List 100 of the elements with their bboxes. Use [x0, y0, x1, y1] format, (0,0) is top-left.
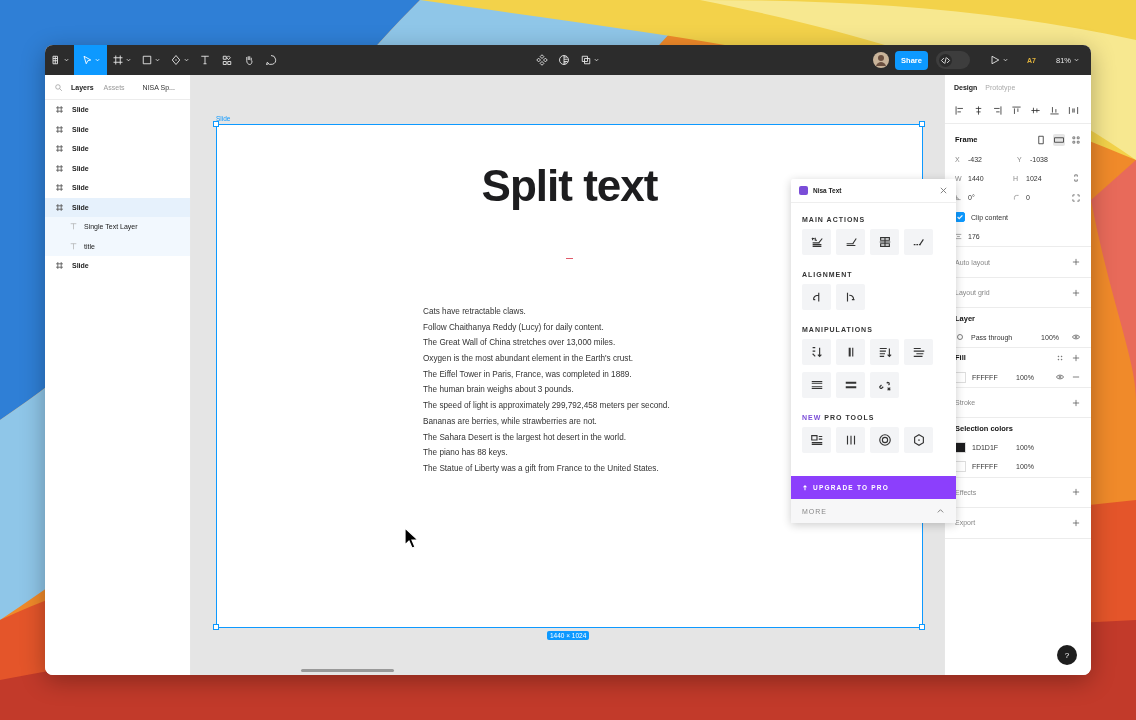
- al-pen-button[interactable]: [802, 229, 831, 255]
- add-icon[interactable]: [1071, 287, 1081, 298]
- frame-icon: [55, 124, 64, 134]
- pen-dots-button[interactable]: [904, 229, 933, 255]
- add-icon[interactable]: [1071, 397, 1081, 408]
- text-line: Follow Chaithanya Reddy (Lucy) for daily content.: [423, 321, 605, 334]
- text-layer-icon: [69, 241, 78, 251]
- contrast-icon: [558, 54, 570, 66]
- resize-icon[interactable]: [1071, 134, 1081, 145]
- text-line: Cats have retractable claws.: [423, 306, 527, 318]
- text-icon: [199, 54, 211, 66]
- add-icon[interactable]: [1071, 487, 1081, 498]
- align-bottom-icon: [1048, 104, 1060, 116]
- split-rows-icon: [877, 235, 892, 249]
- component-icon: [536, 54, 548, 66]
- caret-icon: [126, 58, 131, 62]
- sort-az-button[interactable]: [802, 339, 831, 365]
- color-swatch[interactable]: [955, 442, 966, 453]
- text-line: The piano has 88 keys.: [423, 447, 509, 460]
- frame-icon: [55, 202, 64, 212]
- help-button[interactable]: ?: [1057, 645, 1077, 665]
- card-icon: [809, 433, 824, 447]
- add-icon[interactable]: [1071, 517, 1081, 528]
- scrollbar[interactable]: [301, 669, 394, 672]
- rect-icon: [141, 54, 153, 66]
- landscape-icon[interactable]: [1053, 133, 1065, 146]
- boolean-icon: [580, 54, 592, 66]
- resize-handle[interactable]: [919, 121, 925, 127]
- caret-icon: [1003, 58, 1009, 62]
- dev-mode-toggle[interactable]: [936, 51, 971, 69]
- constrain-icon[interactable]: [1071, 173, 1081, 184]
- text-line: Bananas are berries, while strawberries are not.: [423, 415, 598, 428]
- color-swatch[interactable]: [955, 371, 966, 383]
- arrow-up-icon: [802, 484, 808, 491]
- rotation-icon: [955, 194, 962, 202]
- curve-right-button[interactable]: [836, 284, 865, 310]
- text-line: The Eiffel Tower in Paris, France, was completed in 1889.: [423, 368, 633, 381]
- slide-title: Split text: [481, 161, 658, 211]
- frame-icon: [55, 183, 64, 193]
- corner-radius-icon: [1013, 194, 1020, 202]
- card-button[interactable]: [802, 427, 831, 453]
- hexagon-button[interactable]: [904, 427, 933, 453]
- columns-button[interactable]: [836, 427, 865, 453]
- hand-icon: [243, 54, 255, 66]
- close-icon[interactable]: [939, 186, 948, 195]
- align-top-icon: [1010, 104, 1022, 116]
- lines-thin-button[interactable]: [802, 372, 831, 398]
- align-blocks-icon: [911, 345, 926, 359]
- lines-thick-button[interactable]: [836, 372, 865, 398]
- align-blocks-button[interactable]: [904, 339, 933, 365]
- hexagon-icon: [911, 433, 926, 447]
- resize-handle[interactable]: [919, 624, 925, 630]
- text-line: The speed of light is approximately 299,792,458 meters per second.: [423, 400, 670, 413]
- ring-icon: [877, 433, 892, 447]
- color-swatch[interactable]: [955, 461, 966, 473]
- avatar-icon[interactable]: [873, 52, 890, 68]
- resources-icon: [221, 54, 233, 66]
- plugin-logo-icon: [799, 186, 808, 195]
- caret-icon: [184, 58, 189, 62]
- text-line: Oxygen is the most abundant element in the Earth's crust.: [423, 353, 634, 366]
- code-icon: [939, 53, 953, 67]
- add-icon[interactable]: [1071, 257, 1081, 268]
- frame-icon: [112, 54, 124, 66]
- portrait-icon[interactable]: [1035, 133, 1047, 146]
- chevron-up-icon[interactable]: [936, 506, 945, 516]
- text-line: The Great Wall of China stretches over 13,000 miles.: [423, 337, 617, 350]
- text-line: The human brain weighs about 3 pounds.: [423, 384, 575, 397]
- frame-icon: [55, 144, 64, 154]
- caret-icon: [64, 58, 69, 62]
- corners-icon[interactable]: [1071, 192, 1081, 203]
- pen-icon: [170, 54, 182, 66]
- distribute-icon: [1067, 104, 1079, 116]
- lines-thin-icon: [809, 378, 824, 392]
- frame-icon: [55, 261, 64, 271]
- caret-icon: [155, 58, 160, 62]
- sort-lines-button[interactable]: [870, 339, 899, 365]
- spacing-icon: [955, 233, 962, 241]
- blend-icon: [955, 332, 965, 343]
- bars-vertical-button[interactable]: [836, 339, 865, 365]
- resize-handle[interactable]: [213, 121, 219, 127]
- text-line: The Statue of Liberty was a gift from France to the United States.: [423, 462, 660, 475]
- move-icon: [81, 54, 93, 66]
- cursor-icon: [404, 527, 418, 549]
- play-icon: [989, 54, 1002, 66]
- split-rows-button[interactable]: [870, 229, 899, 255]
- add-icon[interactable]: [1071, 352, 1081, 363]
- curve-left-button[interactable]: [802, 284, 831, 310]
- sort-az-icon: [809, 345, 824, 359]
- caret-icon: [1074, 58, 1079, 62]
- caret-icon: [95, 58, 100, 62]
- styles-icon[interactable]: [1055, 352, 1065, 363]
- unlink-button[interactable]: [870, 372, 899, 398]
- text-line: The Sahara Desert is the largest hot desert in the world.: [423, 431, 627, 444]
- caret-icon: [594, 58, 599, 62]
- ring-button[interactable]: [870, 427, 899, 453]
- resize-handle[interactable]: [213, 624, 219, 630]
- al-pen-icon: [809, 235, 824, 249]
- pen-line-button[interactable]: [836, 229, 865, 255]
- frame-icon: [55, 163, 64, 173]
- sort-lines-icon: [877, 345, 892, 359]
